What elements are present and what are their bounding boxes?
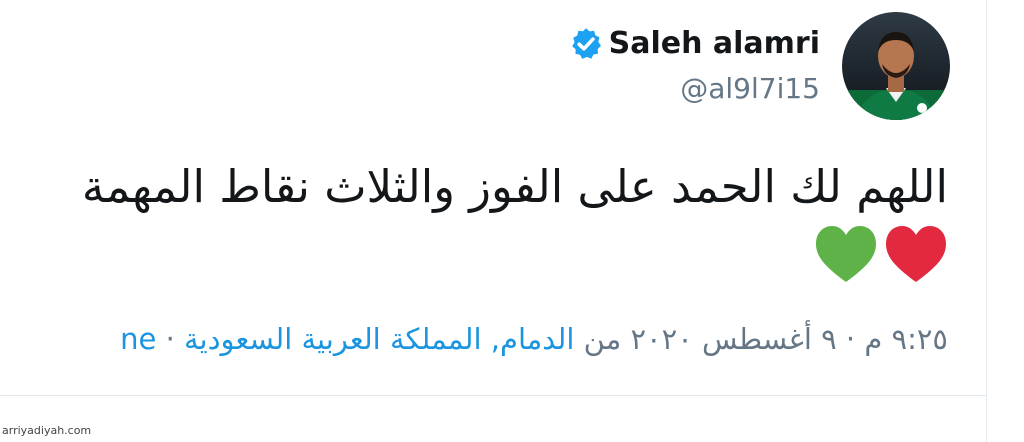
tweet-timestamp[interactable]: ٩:٢٥ م · ٩ أغسطس ٢٠٢٠ من xyxy=(584,322,948,356)
divider xyxy=(0,395,986,396)
avatar[interactable] xyxy=(842,12,950,120)
watermark: arriyadiyah.com xyxy=(2,424,92,437)
column-border xyxy=(986,0,987,442)
display-name[interactable]: Saleh alamri xyxy=(609,26,820,61)
tweet-meta: ٩:٢٥ م · ٩ أغسطس ٢٠٢٠ من الدمام, المملكة… xyxy=(120,322,948,356)
avatar-photo-icon xyxy=(842,12,950,120)
verified-badge-icon xyxy=(572,28,601,59)
tweet-location[interactable]: الدمام, المملكة العربية السعودية xyxy=(184,322,574,356)
heart-emojis xyxy=(816,226,946,282)
tweet-source[interactable]: ne xyxy=(120,322,156,356)
tweet-card: Saleh alamri @al9l7i15 اللهم لك الحمد عل… xyxy=(0,0,1024,442)
user-handle[interactable]: @al9l7i15 xyxy=(680,72,820,105)
tweet-text: اللهم لك الحمد على الفوز والثلاث نقاط ال… xyxy=(81,160,948,213)
meta-separator: · xyxy=(165,322,175,356)
green-heart-icon xyxy=(816,226,876,282)
red-heart-icon xyxy=(886,226,946,282)
